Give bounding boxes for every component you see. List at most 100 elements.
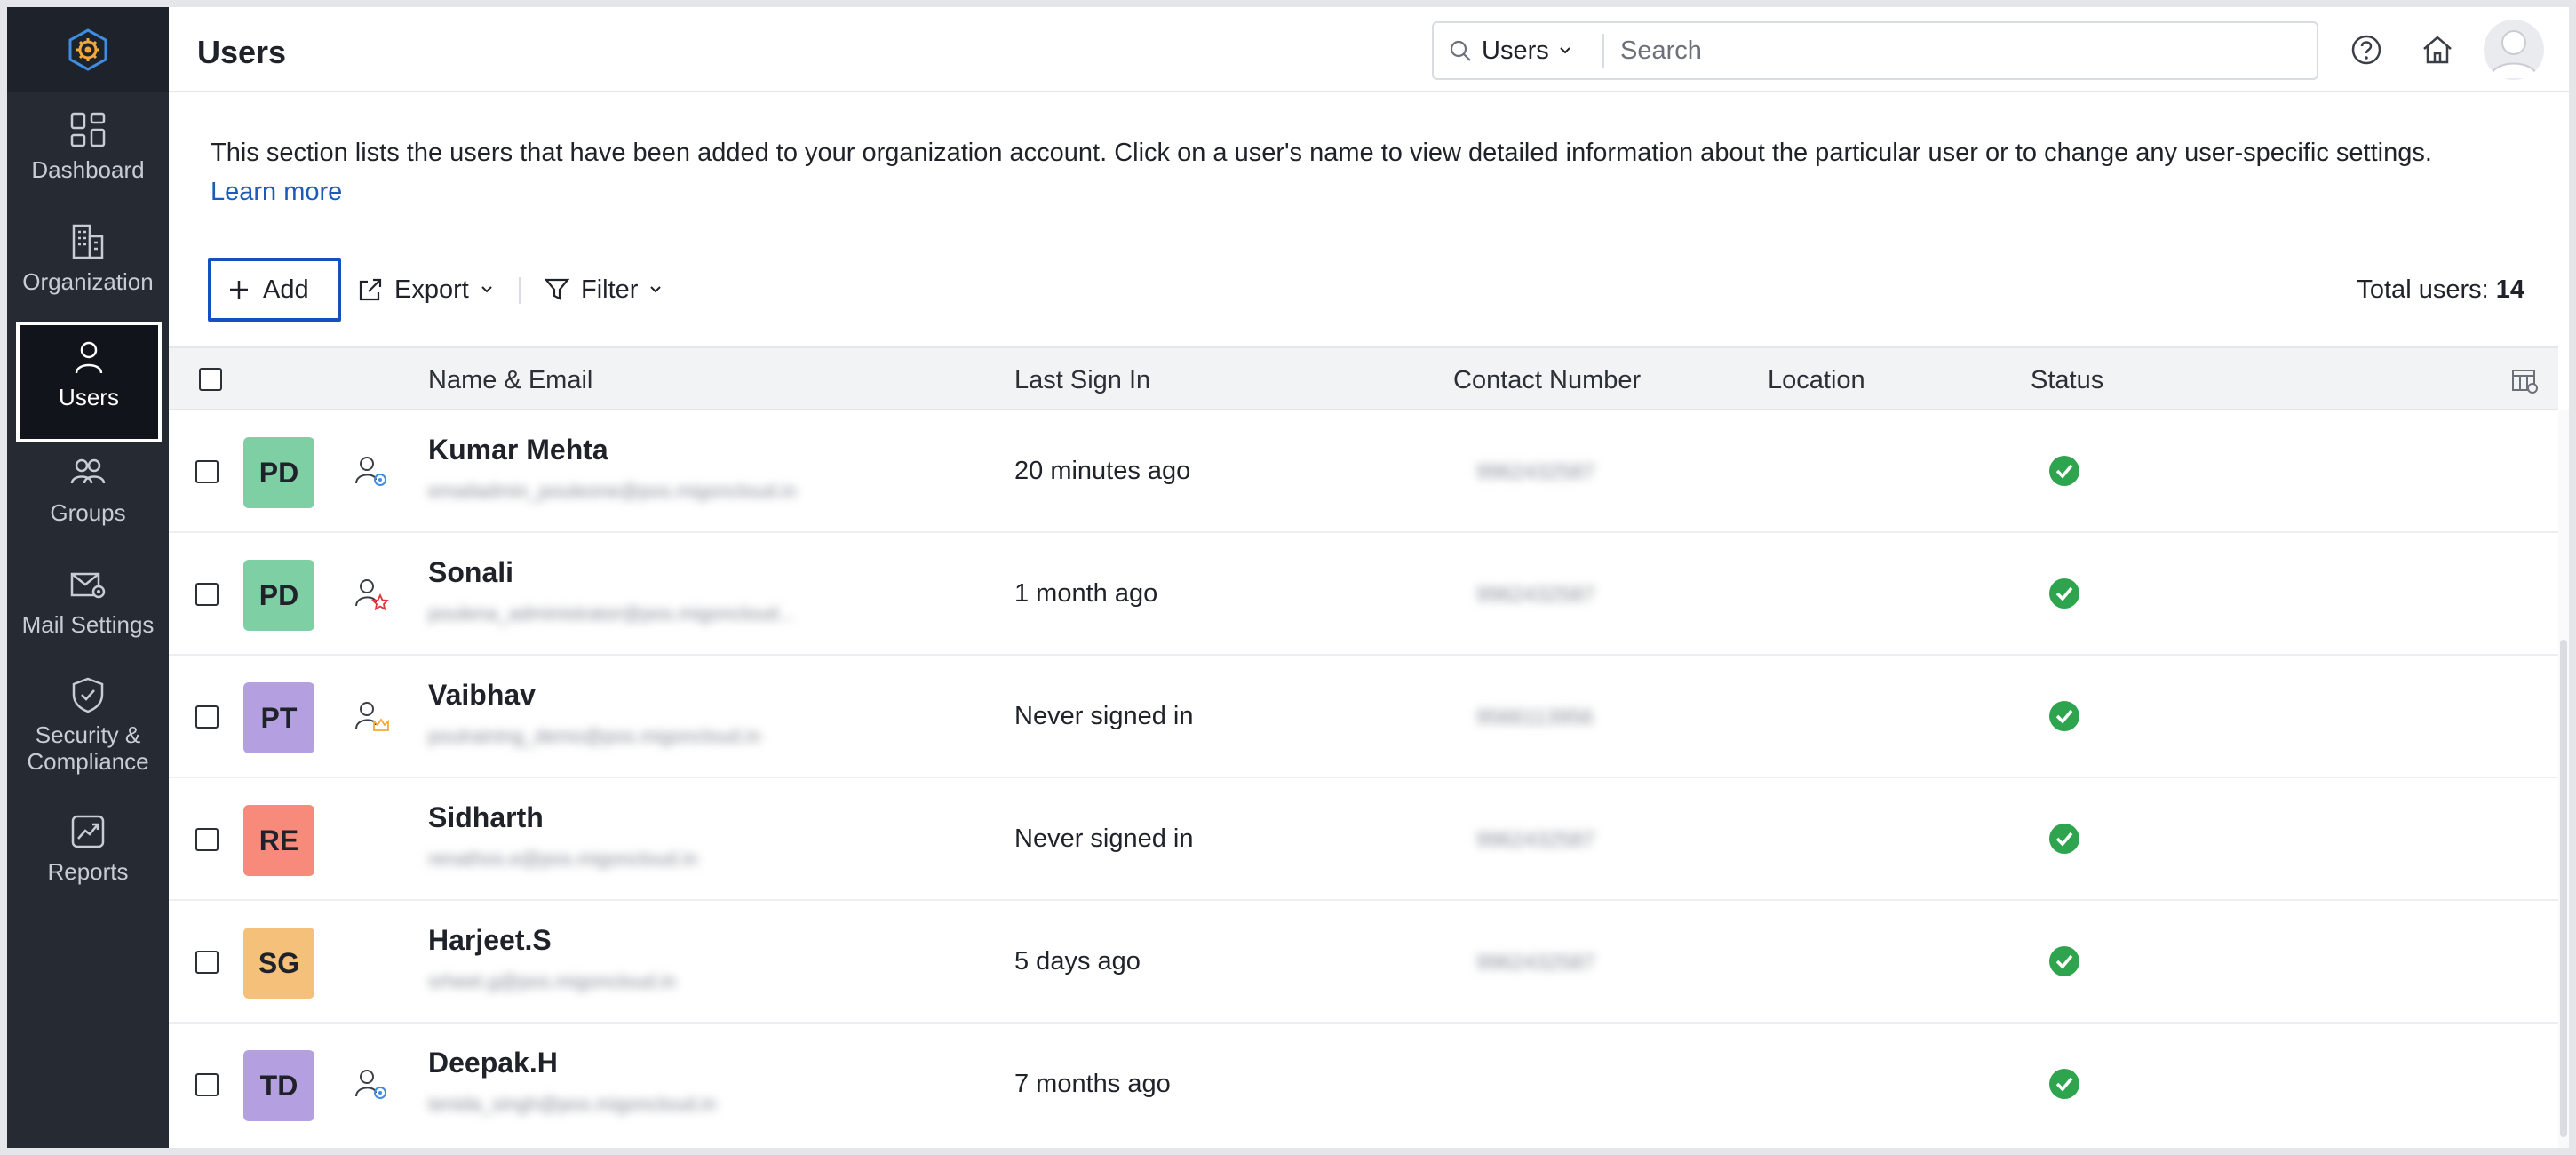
contact-number: 9962432587 [1476, 460, 1595, 484]
super-admin-role-icon [355, 579, 389, 611]
last-sign-in: 7 months ago [1014, 1070, 1171, 1098]
user-email: emailadmin_pouleone@pos.migoncloud.in [428, 480, 797, 502]
column-header-last-sign-in[interactable]: Last Sign In [1014, 366, 1150, 395]
status-active-icon [2049, 701, 2079, 731]
search-input[interactable] [1620, 30, 2295, 71]
user-initials-avatar: PD [243, 560, 314, 631]
shield-check-icon [72, 677, 104, 713]
organization-icon [72, 224, 104, 259]
sidebar-item-label: Organization [22, 268, 154, 295]
column-header-name-email[interactable]: Name & Email [428, 366, 592, 395]
search-divider [1602, 34, 1604, 68]
sidebar-item-security-compliance[interactable]: Security & Compliance [7, 675, 169, 800]
table-row[interactable]: TD Deepak.H tenida_singh@pos.migoncloud.… [169, 1024, 2558, 1148]
contact-number: 9962432587 [1476, 828, 1595, 852]
chevron-down-icon [1560, 47, 1570, 54]
row-checkbox[interactable] [195, 583, 219, 606]
row-checkbox[interactable] [195, 828, 219, 851]
export-icon [359, 278, 382, 301]
total-users-label: Total users: [2357, 275, 2489, 304]
chevron-down-icon [481, 286, 492, 293]
admin-role-icon [355, 457, 386, 486]
column-header-status[interactable]: Status [2031, 366, 2103, 395]
total-users-count: 14 [2495, 275, 2524, 304]
user-name-link[interactable]: Harjeet.S [428, 924, 552, 957]
dashboard-icon [70, 112, 106, 147]
sidebar-item-label: Reports [47, 858, 129, 885]
mail-settings-icon [70, 572, 106, 599]
admin-role-icon [355, 1070, 386, 1099]
contact-number: 9566113956 [1476, 705, 1594, 729]
column-header-contact-number[interactable]: Contact Number [1453, 366, 1641, 395]
search-scope-dropdown[interactable]: Users [1448, 23, 1572, 78]
export-button[interactable]: Export [357, 268, 494, 311]
user-name-link[interactable]: Sonali [428, 556, 513, 589]
last-sign-in: Never signed in [1014, 702, 1194, 730]
section-description: This section lists the users that have b… [211, 133, 2493, 211]
add-user-button[interactable]: Add [208, 258, 341, 322]
table-header: Name & Email Last Sign In Contact Number… [169, 346, 2558, 410]
row-checkbox[interactable] [195, 951, 219, 974]
total-users: Total users: 14 [2357, 275, 2524, 305]
status-active-icon [2049, 946, 2079, 976]
row-checkbox[interactable] [195, 460, 219, 483]
scrollbar-thumb[interactable] [2560, 640, 2567, 1137]
search-scope-label: Users [1482, 36, 1549, 65]
last-sign-in: Never signed in [1014, 824, 1194, 853]
export-label: Export [394, 275, 469, 304]
last-sign-in: 1 month ago [1014, 579, 1158, 608]
sidebar-item-reports[interactable]: Reports [7, 812, 169, 912]
filter-icon [544, 278, 570, 300]
filter-button[interactable]: Filter [544, 268, 663, 311]
profile-avatar[interactable] [2484, 20, 2544, 80]
table-row[interactable]: PD Kumar Mehta emailadmin_pouleone@pos.m… [169, 410, 2558, 533]
sidebar-item-label: Users [59, 384, 119, 410]
user-initials-avatar: PD [243, 437, 314, 508]
home-icon[interactable] [2420, 32, 2455, 68]
sidebar-item-users[interactable]: Users [16, 322, 162, 442]
user-email: poulraining_demo@pos.migoncloud.in [428, 725, 761, 747]
table-row[interactable]: PD Sonali poulena_administrator@pos.migo… [169, 533, 2558, 656]
app-logo[interactable] [7, 7, 169, 92]
sidebar-item-label: Groups [50, 499, 126, 526]
top-header: Users Users [169, 7, 2569, 92]
sidebar-item-label: Mail Settings [21, 611, 155, 638]
user-initials-avatar: PT [243, 682, 314, 753]
learn-more-link[interactable]: Learn more [211, 178, 342, 206]
plus-icon [230, 281, 248, 299]
user-name-link[interactable]: Vaibhav [428, 679, 536, 712]
page-title: Users [197, 34, 287, 70]
status-active-icon [2049, 578, 2079, 609]
user-email: renathos.e@pos.migoncloud.in [428, 848, 698, 870]
sidebar-item-label: Dashboard [31, 156, 145, 183]
column-settings-icon[interactable] [2510, 366, 2539, 394]
table-row[interactable]: PT Vaibhav poulraining_demo@pos.migonclo… [169, 656, 2558, 778]
filter-label: Filter [581, 275, 639, 304]
sidebar-item-mail-settings[interactable]: Mail Settings [7, 565, 169, 665]
sidebar-item-dashboard[interactable]: Dashboard [7, 110, 169, 210]
user-name-link[interactable]: Kumar Mehta [428, 434, 608, 466]
user-initials-avatar: SG [243, 928, 314, 999]
help-icon[interactable] [2349, 32, 2384, 68]
contact-number: 9962432587 [1476, 951, 1595, 975]
search-icon [1450, 40, 1471, 61]
row-checkbox[interactable] [195, 1073, 219, 1096]
sidebar-item-organization[interactable]: Organization [7, 222, 169, 322]
status-active-icon [2049, 1069, 2079, 1099]
reports-icon [71, 815, 105, 848]
user-email: srheet.g@pos.migoncloud.in [428, 970, 677, 992]
owner-role-icon [355, 702, 389, 731]
table-row[interactable]: RE Sidharth renathos.e@pos.migoncloud.in… [169, 778, 2558, 901]
row-checkbox[interactable] [195, 705, 219, 729]
admin-gear-logo-icon [68, 28, 107, 71]
toolbar-divider [519, 277, 521, 304]
column-header-location[interactable]: Location [1768, 366, 1865, 395]
sidebar-item-groups[interactable]: Groups [7, 453, 169, 553]
table-row[interactable]: SG Harjeet.S srheet.g@pos.migoncloud.in … [169, 901, 2558, 1024]
user-silhouette-icon [2490, 30, 2538, 79]
user-name-link[interactable]: Sidharth [428, 801, 544, 834]
last-sign-in: 5 days ago [1014, 947, 1141, 976]
user-email: poulena_administrator@pos.migoncloud... [428, 602, 795, 625]
user-name-link[interactable]: Deepak.H [428, 1047, 558, 1079]
select-all-checkbox[interactable] [199, 368, 222, 391]
